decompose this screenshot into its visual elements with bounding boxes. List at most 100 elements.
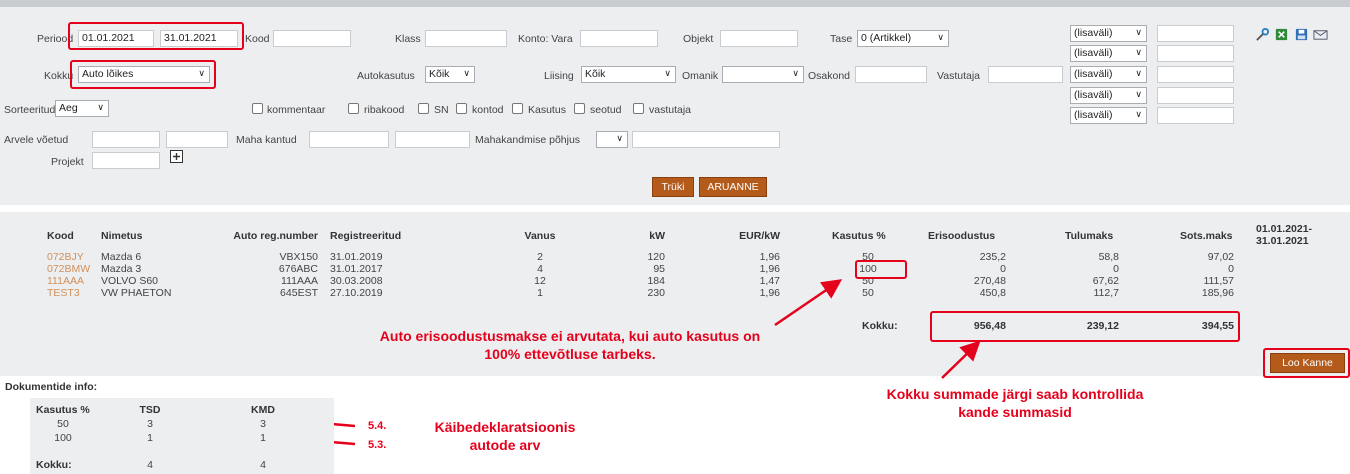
mahakandmise-label: Mahakandmise põhjus	[475, 134, 581, 146]
column-header: Erisoodustus	[928, 230, 996, 242]
row-erisoodustus: 270,48	[973, 275, 1006, 287]
seotud-checkbox[interactable]	[574, 103, 585, 114]
extra-input-4[interactable]	[1157, 87, 1234, 104]
extra-select-5[interactable]: (lisaväli) ∨	[1070, 107, 1147, 124]
liising-select[interactable]: Kõik ∨	[581, 66, 676, 83]
sn-checkbox[interactable]	[418, 103, 429, 114]
klass-input[interactable]	[425, 30, 507, 47]
row-erisoodustus: 235,2	[979, 251, 1006, 263]
row-tulumaks: 112,7	[1093, 287, 1120, 299]
row-code-link[interactable]: 111AAA	[47, 275, 107, 287]
report-button[interactable]: ARUANNE	[699, 177, 767, 197]
chevron-down-icon: ∨	[616, 133, 623, 143]
kokku-label: Kokku	[44, 70, 74, 82]
tase-value: 0 (Artikkel)	[861, 32, 912, 44]
extra-select-4[interactable]: (lisaväli) ∨	[1070, 87, 1147, 104]
annotation-note-1: Auto erisoodustusmakse ei arvutata, kui …	[379, 328, 761, 362]
column-header: Kood	[47, 230, 74, 242]
mahakandmise-input[interactable]	[632, 131, 780, 148]
maha-to-input[interactable]	[395, 131, 470, 148]
kasutus-100-highlight	[855, 260, 907, 279]
kood-input[interactable]	[273, 30, 351, 47]
extra-input-3[interactable]	[1157, 66, 1234, 83]
chevron-down-icon: ∨	[1135, 89, 1142, 99]
annotation-ref-1: 5.4.	[368, 420, 387, 432]
row-code-link[interactable]: TEST3	[47, 287, 107, 299]
konto-input[interactable]	[580, 30, 658, 47]
osakond-input[interactable]	[855, 66, 927, 83]
column-header: Nimetus	[101, 230, 143, 242]
kommentaar-checkbox[interactable]	[252, 103, 263, 114]
row-name: VW PHAETON	[101, 287, 172, 299]
vastutaja-checkbox[interactable]	[633, 103, 644, 114]
docinfo-title: Dokumentide info:	[5, 381, 98, 393]
total-label: Kokku:	[862, 320, 898, 332]
sorteeritud-select[interactable]: Aeg ∨	[55, 100, 109, 117]
row-sotsmaks: 111,57	[1203, 275, 1234, 287]
omanik-select[interactable]: ∨	[722, 66, 804, 83]
row-code-link[interactable]: 072BMW	[47, 263, 107, 275]
chevron-down-icon: ∨	[97, 102, 104, 112]
chevron-down-icon: ∨	[1135, 68, 1142, 78]
row-sotsmaks: 185,96	[1201, 287, 1234, 299]
column-header: Vanus	[524, 230, 556, 242]
row-tulumaks: 0	[1113, 263, 1119, 275]
extra-input-2[interactable]	[1157, 45, 1234, 62]
checkbox-label: kontod	[472, 104, 504, 116]
column-header: Sots.maks	[1180, 230, 1233, 242]
docinfo-header: TSD	[139, 404, 161, 416]
kasutus-checkbox[interactable]	[512, 103, 523, 114]
row-sotsmaks: 0	[1228, 263, 1234, 275]
chevron-down-icon: ∨	[937, 32, 944, 42]
extra-select-2[interactable]: (lisaväli) ∨	[1070, 45, 1147, 62]
row-code-link[interactable]: 072BJY	[47, 251, 107, 263]
annotation-note-3: Käibedeklaratsioonis autode arv	[434, 419, 576, 453]
row-registered: 27.10.2019	[330, 287, 383, 299]
extra-select-3[interactable]: (lisaväli) ∨	[1070, 66, 1147, 83]
checkbox-label: kommentaar	[267, 104, 326, 116]
checkbox-label: ribakood	[364, 104, 405, 116]
column-header: kW	[649, 230, 665, 242]
extra-select-value: (lisaväli)	[1074, 109, 1113, 121]
plus-icon[interactable]	[170, 150, 183, 163]
maha-from-input[interactable]	[309, 131, 389, 148]
create-entry-highlight	[1263, 348, 1350, 378]
autokasutus-select[interactable]: Kõik ∨	[425, 66, 475, 83]
row-reg-number: 111AAA	[281, 275, 318, 287]
mahakandmise-select[interactable]: ∨	[596, 131, 628, 148]
row-kw: 184	[647, 275, 665, 287]
objekt-input[interactable]	[720, 30, 798, 47]
column-header: Kasutus %	[832, 230, 886, 242]
column-header: EUR/kW	[739, 230, 780, 242]
extra-select-value: (lisaväli)	[1074, 68, 1113, 80]
row-age: 12	[534, 275, 546, 287]
email-icon[interactable]	[1313, 27, 1328, 42]
tase-select[interactable]: 0 (Artikkel) ∨	[857, 30, 949, 47]
docinfo-cell: 100	[54, 432, 72, 444]
row-erisoodustus: 450,8	[979, 287, 1006, 299]
annotation-note-2: Kokku summade järgi saab kontrollida kan…	[886, 386, 1144, 420]
arvele-from-input[interactable]	[92, 131, 160, 148]
checkbox-label: seotud	[590, 104, 622, 116]
column-header: Tulumaks	[1065, 230, 1114, 242]
extra-input-5[interactable]	[1157, 107, 1234, 124]
sorteeritud-label: Sorteeritud	[4, 104, 56, 116]
objekt-label: Objekt	[683, 33, 714, 45]
docinfo-total: 4	[260, 459, 266, 471]
extra-input-1[interactable]	[1157, 25, 1234, 42]
save-icon[interactable]	[1294, 27, 1309, 42]
arvele-to-input[interactable]	[166, 131, 228, 148]
osakond-label: Osakond	[808, 70, 851, 82]
excel-icon[interactable]	[1274, 27, 1289, 42]
kontod-checkbox[interactable]	[456, 103, 467, 114]
vastutaja-input[interactable]	[988, 66, 1063, 83]
tools-icon[interactable]	[1255, 27, 1270, 42]
docinfo-header: KMD	[251, 404, 275, 416]
extra-select-1[interactable]: (lisaväli) ∨	[1070, 25, 1147, 42]
ribakood-checkbox[interactable]	[348, 103, 359, 114]
print-button[interactable]: Trüki	[652, 177, 694, 197]
projekt-input[interactable]	[92, 152, 160, 169]
maha-label: Maha kantud	[236, 134, 297, 146]
row-registered: 31.01.2017	[330, 263, 383, 275]
vastutaja-label: Vastutaja	[937, 70, 980, 82]
